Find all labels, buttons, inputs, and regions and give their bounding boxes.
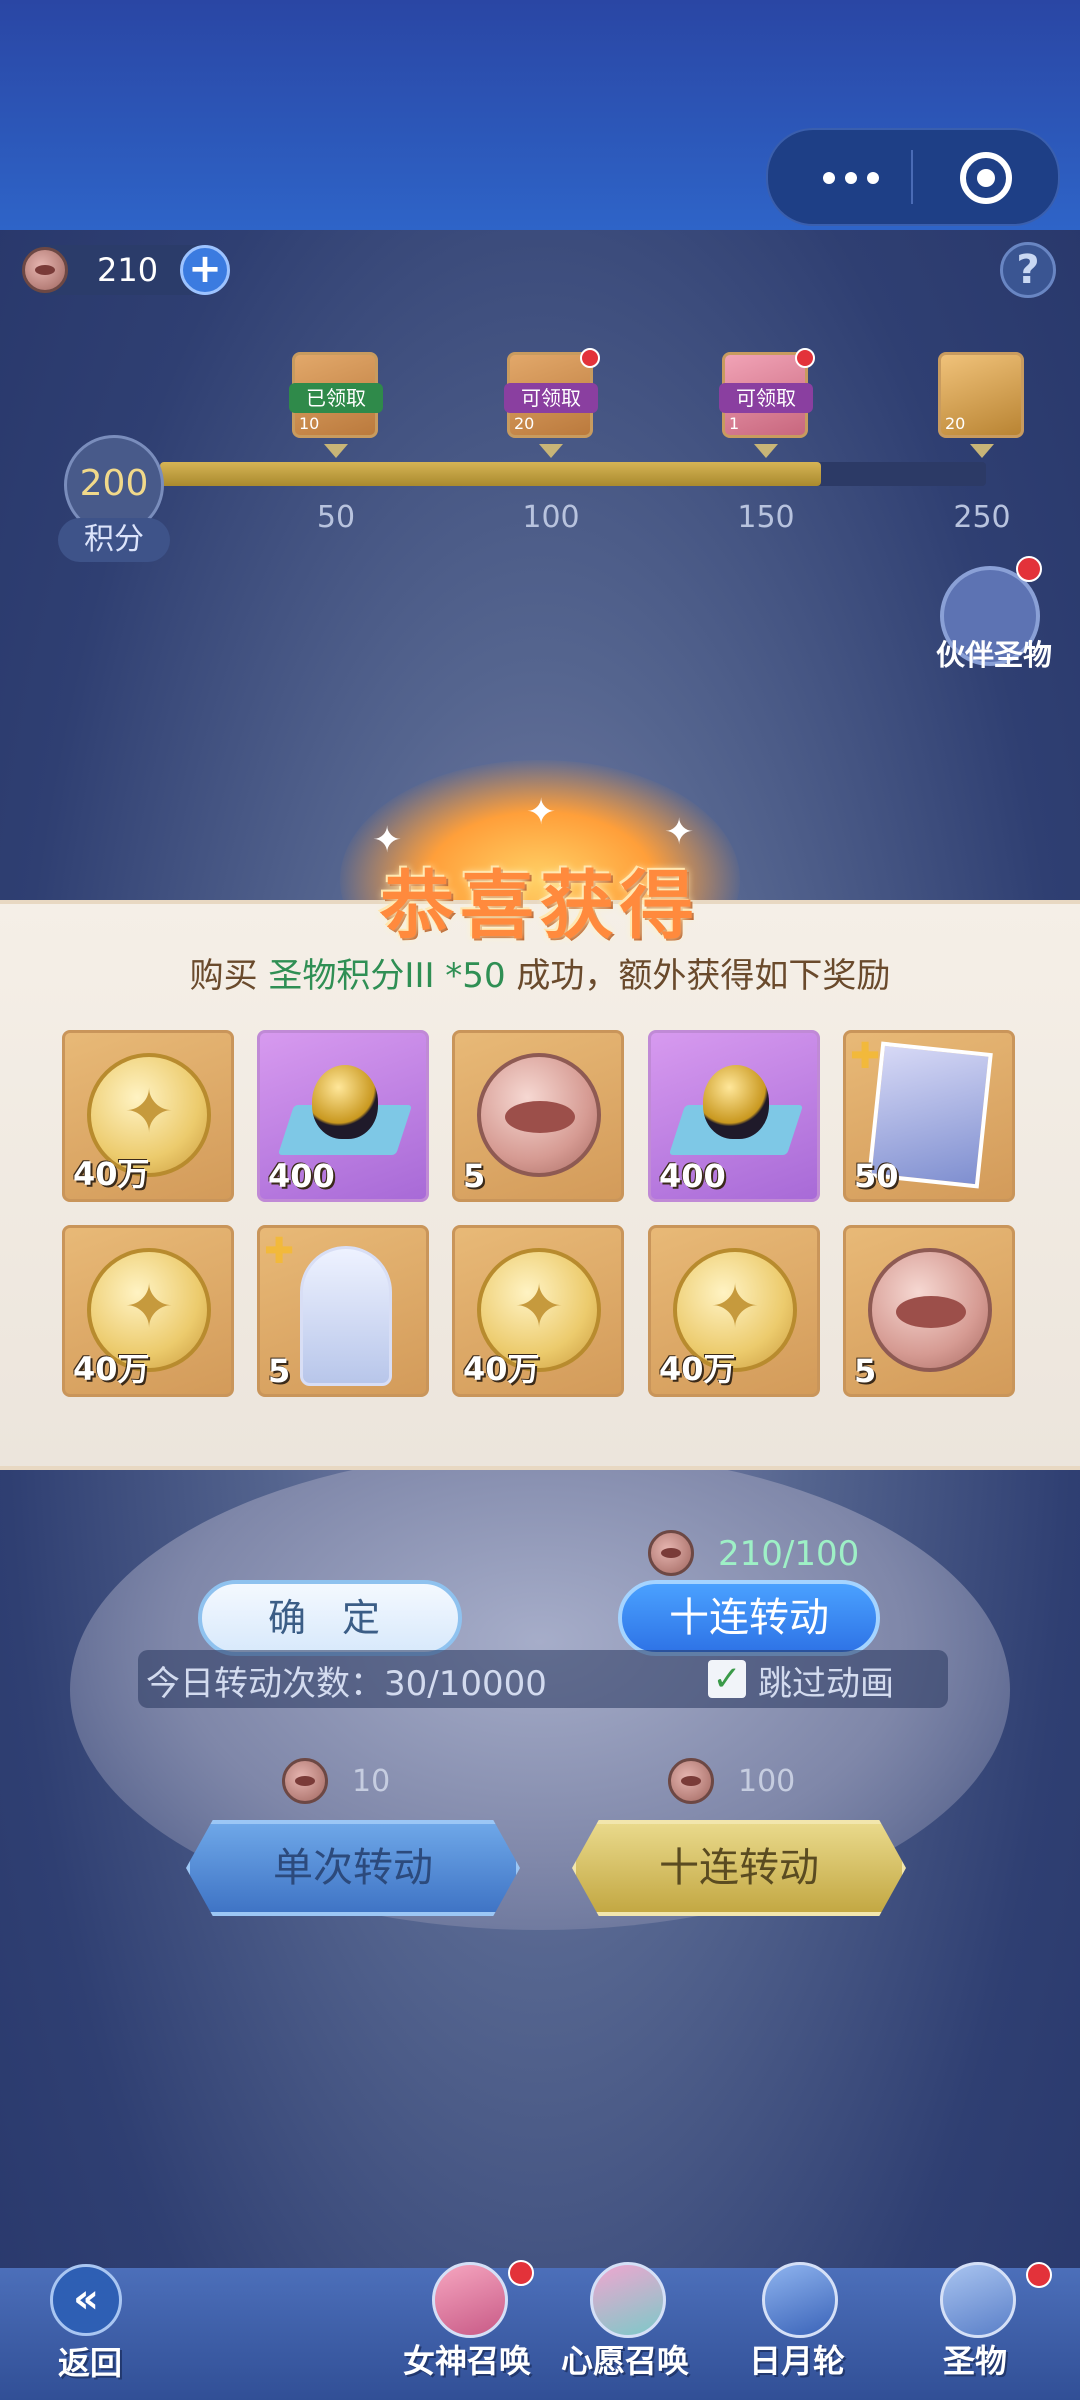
milestone-chest-50[interactable]: 已领取 10	[289, 352, 383, 438]
message-prefix: 购买	[189, 956, 269, 996]
single-spin-cost: 10	[282, 1758, 462, 1808]
milestone-tag: 可领取	[719, 383, 813, 413]
daily-spin-count: 今日转动次数：30/10000	[146, 1664, 547, 1704]
reward-qty: 40万	[463, 1350, 540, 1388]
milestone-marker	[754, 444, 778, 458]
heart-icon	[590, 2262, 666, 2338]
popup-title: 恭喜获得	[380, 863, 700, 949]
notification-dot	[508, 2260, 534, 2286]
milestone-chest-150[interactable]: 可领取 1	[719, 352, 813, 438]
reward-qty: 40万	[659, 1350, 736, 1388]
milestone-value: 250	[953, 500, 1011, 535]
nav-label: 圣物	[942, 2342, 1007, 2380]
reward-qty: 40万	[73, 1350, 150, 1388]
nav-label: 日月轮	[748, 2342, 845, 2380]
milestone-marker	[324, 444, 348, 458]
milestone-qty: 1	[729, 414, 740, 433]
single-spin-button[interactable]: 单次转动	[186, 1820, 520, 1916]
reward-qty: 5	[268, 1352, 291, 1390]
notification-dot	[1016, 556, 1042, 582]
reward-slot-lip[interactable]: 5	[843, 1225, 1015, 1397]
milestone-chest-250[interactable]: 20	[938, 352, 1024, 438]
help-button[interactable]: ?	[1000, 242, 1056, 298]
more-dots-icon[interactable]	[823, 172, 883, 184]
golden-egg-icon	[668, 1063, 804, 1163]
nav-sun-moon-wheel[interactable]: 日月轮	[722, 2262, 872, 2382]
score-label: 积分	[58, 518, 170, 562]
reward-slot-egg[interactable]: 400	[648, 1030, 820, 1202]
reward-slot-egg[interactable]: 400	[257, 1030, 429, 1202]
message-item: 圣物积分III *50	[268, 956, 506, 996]
notification-dot	[580, 348, 600, 368]
compass-wheel-icon	[762, 2262, 838, 2338]
goddess-avatar-icon	[432, 2262, 508, 2338]
nav-label: 女神召唤	[402, 2342, 531, 2380]
milestone-tag: 已领取	[289, 383, 383, 413]
back-button[interactable]: « 返回	[30, 2262, 150, 2382]
ten-spin-cost: 210/100	[648, 1530, 908, 1580]
relic-chest-icon	[940, 2262, 1016, 2338]
message-suffix: 成功，额外获得如下奖励	[505, 956, 891, 996]
plus-icon[interactable]: +	[180, 245, 230, 295]
nav-label: 心愿召唤	[560, 2342, 689, 2380]
sparkle-icon: ✦	[526, 792, 557, 833]
reward-slot-lip[interactable]: 5	[452, 1030, 624, 1202]
lip-token-icon	[282, 1758, 328, 1804]
milestone-qty: 20	[514, 414, 535, 433]
milestone-marker	[970, 444, 994, 458]
mini-program-capsule	[766, 128, 1060, 226]
ten-spin-cost-bottom-text: 100	[738, 1764, 796, 1799]
puzzle-piece-icon: ✚	[264, 1231, 295, 1272]
reward-slot-card[interactable]: ✚ 50	[843, 1030, 1015, 1202]
milestone-value: 100	[522, 500, 580, 535]
milestone-qty: 20	[945, 414, 966, 433]
milestone-chest-100[interactable]: 可领取 20	[504, 352, 598, 438]
confirm-button[interactable]: 确 定	[198, 1580, 462, 1656]
reward-qty: 5	[463, 1157, 486, 1195]
reward-slot-coin[interactable]: 40万	[62, 1030, 234, 1202]
skip-animation-checkbox[interactable]: ✓	[708, 1660, 746, 1698]
milestone-value: 150	[737, 500, 795, 535]
skip-animation-label[interactable]: 跳过动画	[758, 1656, 894, 1705]
reward-qty: 5	[854, 1352, 877, 1390]
milestone-qty: 10	[299, 414, 320, 433]
reward-qty: 40万	[73, 1155, 150, 1193]
partner-relic-label: 伙伴圣物	[935, 638, 1052, 672]
ten-spin-button[interactable]: 十连转动	[572, 1820, 906, 1916]
golden-egg-icon	[277, 1063, 413, 1163]
notification-dot	[795, 348, 815, 368]
lip-token-icon	[648, 1530, 694, 1576]
ten-spin-cost-text: 210/100	[718, 1534, 860, 1574]
reward-qty: 400	[659, 1157, 726, 1195]
nav-wish-summon[interactable]: 心愿召唤	[550, 2262, 700, 2382]
daily-spin-bar: 今日转动次数：30/10000 ✓ 跳过动画	[138, 1650, 948, 1708]
ten-spin-cost-bottom: 100	[668, 1758, 848, 1808]
notification-dot	[1026, 2262, 1052, 2288]
figurine-dome-icon	[300, 1246, 392, 1386]
reward-slot-figure[interactable]: ✚ 5	[257, 1225, 429, 1397]
reward-slot-coin[interactable]: 40万	[648, 1225, 820, 1397]
milestone-tag: 可领取	[504, 383, 598, 413]
reward-qty: 400	[268, 1157, 335, 1195]
target-icon[interactable]	[960, 152, 1012, 204]
reward-qty: 50	[854, 1157, 899, 1195]
capsule-divider	[911, 150, 913, 204]
reward-slot-coin[interactable]: 40万	[452, 1225, 624, 1397]
ten-spin-popup-button[interactable]: 十连转动	[618, 1580, 880, 1656]
currency-amount: 210	[97, 251, 159, 289]
milestone-marker	[539, 444, 563, 458]
lip-token-icon	[668, 1758, 714, 1804]
back-arrow-icon: «	[50, 2264, 122, 2336]
back-label: 返回	[57, 2344, 122, 2382]
puzzle-piece-icon: ✚	[850, 1036, 881, 1077]
lip-token-icon	[868, 1248, 992, 1372]
popup-message: 购买 圣物积分III *50 成功，额外获得如下奖励	[0, 948, 1080, 997]
progress-fill	[160, 462, 821, 486]
lip-token-icon	[22, 247, 68, 293]
reward-slot-coin[interactable]: 40万	[62, 1225, 234, 1397]
lip-token-icon	[477, 1053, 601, 1177]
milestone-value: 50	[316, 500, 356, 535]
single-spin-cost-text: 10	[352, 1764, 391, 1799]
